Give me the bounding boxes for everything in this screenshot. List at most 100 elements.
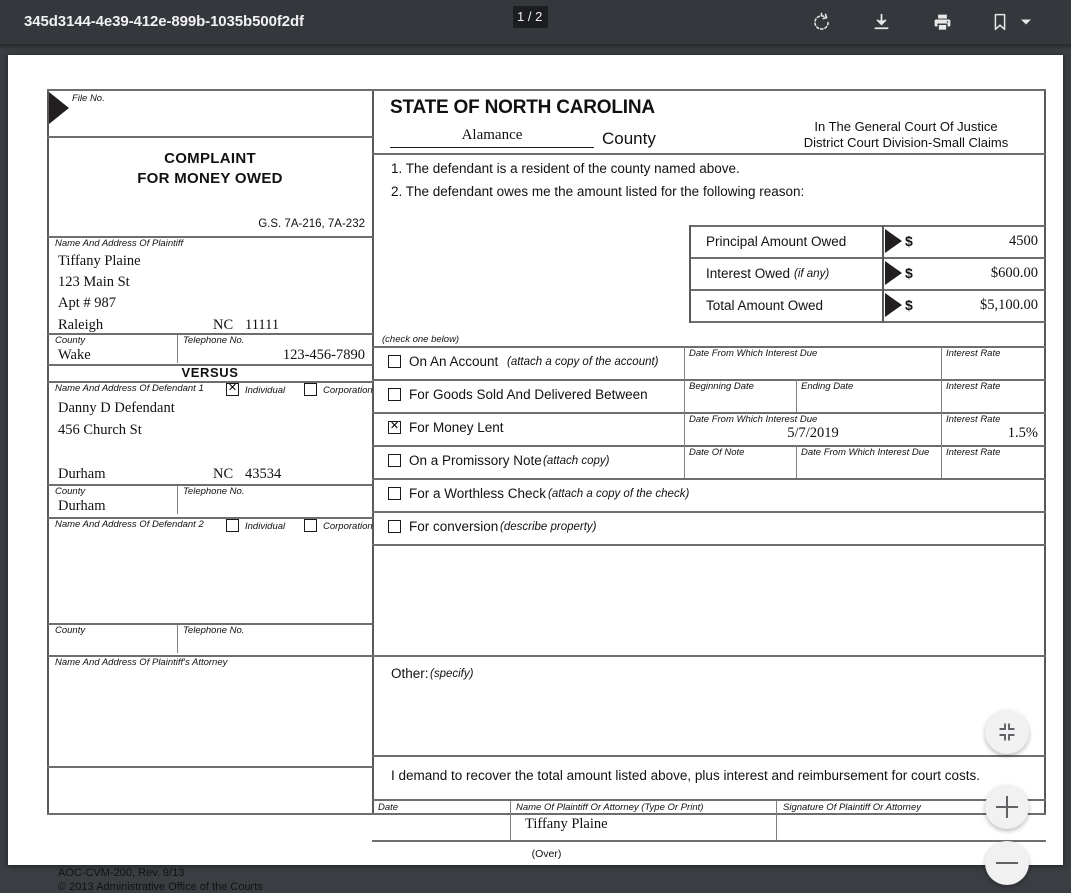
r4-date-caption: Date From Which Interest Due xyxy=(801,447,930,458)
amount-row-label: Principal Amount Owed xyxy=(706,234,847,249)
plaintiff-name[interactable]: Tiffany Plaine xyxy=(58,253,141,270)
reason-checkbox-promissory-note[interactable] xyxy=(388,454,401,467)
r3-date-value[interactable]: 5/7/2019 xyxy=(689,425,937,442)
pdf-viewer-toolbar: 345d3144-4e39-412e-899b-1035b500f2df 1 /… xyxy=(0,0,1071,44)
item-2: 2. The defendant owes me the amount list… xyxy=(391,184,805,199)
amount-row-value[interactable]: 4500 xyxy=(908,233,1038,250)
defendant1-county-value[interactable]: Durham xyxy=(58,498,106,515)
form-title-line2: FOR MONEY OWED xyxy=(137,170,283,187)
plaintiff-county-value[interactable]: Wake xyxy=(58,347,91,364)
defendant1-caption: Name And Address Of Defendant 1 xyxy=(55,383,204,394)
plaintiff-unit[interactable]: Apt # 987 xyxy=(58,295,116,312)
toolbar-shadow xyxy=(0,44,1071,50)
page-indicator[interactable]: 1 / 2 xyxy=(513,6,549,28)
signature-name-caption: Name Of Plaintiff Or Attorney (Type Or P… xyxy=(516,802,704,813)
reason-label: For Goods Sold And Delivered Between xyxy=(409,387,648,402)
r4-note-caption: Date Of Note xyxy=(689,447,745,458)
r1-rate-caption: Interest Rate xyxy=(946,348,1001,359)
reason-label: On An Account xyxy=(409,354,499,369)
plaintiff-phone-value[interactable]: 123-456-7890 xyxy=(183,347,365,364)
plaintiff-street[interactable]: 123 Main St xyxy=(58,274,130,291)
reason-label: For Money Lent xyxy=(409,420,504,435)
zoom-in-button[interactable] xyxy=(985,785,1029,829)
r2-end-caption: Ending Date xyxy=(801,381,854,392)
r2-rate-caption: Interest Rate xyxy=(946,381,1001,392)
other-note: (specify) xyxy=(430,668,474,680)
r4-rate-caption: Interest Rate xyxy=(946,447,1001,458)
versus-label: VERSUS xyxy=(181,365,239,380)
county-value[interactable]: Alamance xyxy=(390,127,594,144)
r3-rate-value[interactable]: 1.5% xyxy=(946,425,1038,442)
amount-row-value[interactable]: $600.00 xyxy=(908,265,1038,282)
signature-caption: Signature Of Plaintiff Or Attorney xyxy=(783,802,921,813)
reason-label: On a Promissory Note xyxy=(409,453,542,468)
defendant1-name[interactable]: Danny D Defendant xyxy=(58,400,175,417)
reason-note: (attach a copy of the check) xyxy=(548,488,690,500)
r3-rate-caption: Interest Rate xyxy=(946,414,1001,425)
item-1: 1. The defendant is a resident of the co… xyxy=(391,161,740,176)
attorney-caption: Name And Address Of Plaintiff's Attorney xyxy=(55,657,228,668)
document-title: 345d3144-4e39-412e-899b-1035b500f2df xyxy=(24,13,304,30)
defendant1-individual-label: Individual xyxy=(245,385,286,396)
r2-begin-caption: Beginning Date xyxy=(689,381,754,392)
plaintiff-city[interactable]: Raleigh xyxy=(58,317,103,334)
reason-checkbox-on-an-account[interactable] xyxy=(388,355,401,368)
defendant1-zip[interactable]: 43534 xyxy=(245,466,281,483)
defendant2-individual-label: Individual xyxy=(245,521,286,532)
print-icon[interactable] xyxy=(928,8,956,36)
defendant2-county-caption: County xyxy=(55,625,86,636)
statute-reference: G.S. 7A-216, 7A-232 xyxy=(258,218,365,230)
pdf-page-1: File No. COMPLAINT FOR MONEY OWED G.S. 7… xyxy=(8,55,1063,893)
county-word: County xyxy=(602,129,656,148)
plaintiff-zip[interactable]: 11111 xyxy=(245,317,279,334)
over-label: (Over) xyxy=(531,848,562,860)
other-label: Other: xyxy=(391,666,429,681)
check-one-below-label: (check one below) xyxy=(382,334,460,345)
defendant2-individual-checkbox[interactable] xyxy=(226,519,239,532)
court-line1: In The General Court Of Justice xyxy=(814,119,998,134)
file-no-label: File No. xyxy=(72,93,105,104)
signature-date-caption: Date xyxy=(378,802,399,813)
demand-text: I demand to recover the total amount lis… xyxy=(391,768,981,783)
defendant2-corporation-checkbox[interactable] xyxy=(304,519,317,532)
reason-checkbox-for-conversion[interactable] xyxy=(388,520,401,533)
reason-note: (describe property) xyxy=(500,521,597,533)
bookmark-icon[interactable] xyxy=(986,8,1014,36)
zoom-out-button[interactable] xyxy=(985,841,1029,885)
defendant1-individual-checkbox[interactable] xyxy=(226,382,239,396)
chevron-down-icon[interactable] xyxy=(1018,14,1034,30)
defendant2-phone-caption: Telephone No. xyxy=(183,625,245,636)
reason-label: For conversion xyxy=(409,519,499,534)
reason-note: (attach a copy of the account) xyxy=(507,356,659,368)
form-title-line1: COMPLAINT xyxy=(164,150,256,167)
amount-row-arrow xyxy=(885,293,902,317)
amount-row-value[interactable]: $5,100.00 xyxy=(908,297,1038,314)
state-heading: STATE OF NORTH CAROLINA xyxy=(390,97,655,118)
fit-to-page-button[interactable] xyxy=(985,710,1029,754)
signature-name-value[interactable]: Tiffany Plaine xyxy=(525,816,608,833)
plaintiff-state[interactable]: NC xyxy=(213,317,233,334)
defendant1-city[interactable]: Durham xyxy=(58,466,106,483)
defendant1-corporation-label: Corporation xyxy=(323,385,373,396)
amount-row-arrow xyxy=(885,261,902,285)
defendant1-corporation-checkbox[interactable] xyxy=(304,383,317,396)
plaintiff-caption: Name And Address Of Plaintiff xyxy=(55,238,184,249)
reason-checkbox-for-money-lent[interactable] xyxy=(388,420,401,434)
plus-icon xyxy=(996,796,1018,818)
defendant1-county-caption: County xyxy=(55,486,86,497)
defendant1-phone-caption: Telephone No. xyxy=(183,486,245,497)
amount-row-label: Interest Owed xyxy=(706,266,791,281)
defendant1-state[interactable]: NC xyxy=(213,466,233,483)
r3-date-caption: Date From Which Interest Due xyxy=(689,414,818,425)
download-icon[interactable] xyxy=(867,8,895,36)
reason-checkbox-worthless-check[interactable] xyxy=(388,487,401,500)
amount-row-note: (if any) xyxy=(794,268,830,280)
r1-date-caption: Date From Which Interest Due xyxy=(689,348,818,359)
defendant1-street[interactable]: 456 Church St xyxy=(58,422,142,439)
minus-icon xyxy=(996,852,1018,874)
pdf-viewer-canvas[interactable]: File No. COMPLAINT FOR MONEY OWED G.S. 7… xyxy=(0,44,1071,893)
file-no-arrow xyxy=(49,92,69,124)
defendant2-caption: Name And Address Of Defendant 2 xyxy=(55,519,204,530)
rotate-clockwise-icon[interactable] xyxy=(807,8,835,36)
reason-checkbox-goods-sold[interactable] xyxy=(388,388,401,401)
